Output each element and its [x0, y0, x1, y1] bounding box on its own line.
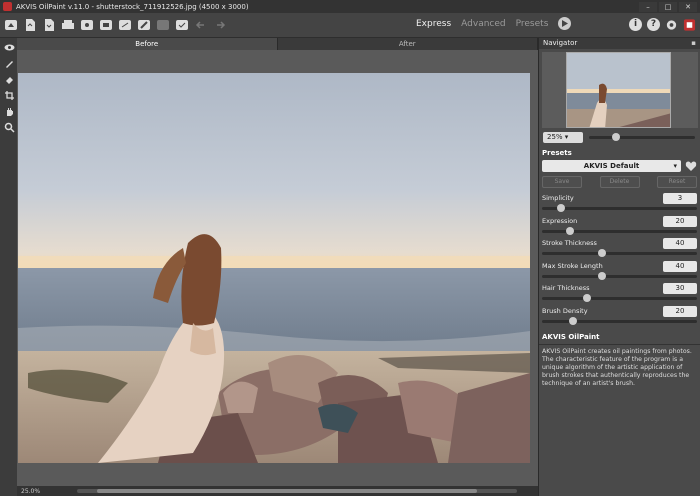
param-slider[interactable]: [542, 294, 697, 302]
param-row: Expression 20: [542, 215, 697, 238]
crop-icon[interactable]: [2, 88, 16, 102]
print-icon[interactable]: [60, 17, 76, 33]
minimize-button[interactable]: –: [639, 1, 657, 12]
status-bar: 25.0%: [17, 486, 538, 496]
tab-express[interactable]: Express: [416, 19, 451, 29]
preset-dropdown[interactable]: AKVIS Default ▾: [542, 160, 681, 172]
undo-icon[interactable]: [193, 17, 209, 33]
navigator-title: Navigator: [543, 39, 578, 47]
hand-icon[interactable]: [2, 104, 16, 118]
param-slider[interactable]: [542, 226, 697, 235]
settings-panel: Navigator ▪ 25% ▾ Presets AKVIS Default ▾: [538, 38, 700, 496]
info-title: AKVIS OilPaint: [542, 333, 600, 341]
save-file-icon[interactable]: [41, 17, 57, 33]
tab-before[interactable]: Before: [17, 38, 278, 50]
delete-preset-button[interactable]: Delete: [599, 176, 640, 188]
param-slider-knob[interactable]: [556, 204, 565, 212]
param-label: Max Stroke Length: [542, 261, 603, 270]
param-slider-knob[interactable]: [598, 271, 607, 280]
favorite-heart-icon[interactable]: [685, 160, 697, 172]
tab-after[interactable]: After: [278, 38, 538, 50]
tab-advanced[interactable]: Advanced: [461, 19, 505, 29]
param-value-field[interactable]: 20: [663, 305, 697, 317]
run-button[interactable]: [558, 17, 572, 30]
param-slider[interactable]: [542, 271, 697, 280]
param-slider[interactable]: [542, 249, 697, 257]
open-file-icon[interactable]: [22, 17, 38, 33]
param-label: Simplicity: [542, 194, 574, 202]
param-row: Stroke Thickness 40: [542, 237, 697, 260]
tool-palette: [0, 38, 17, 486]
app-logo-icon: [3, 2, 12, 11]
param-slider[interactable]: [542, 316, 697, 325]
param-value-field[interactable]: 40: [663, 260, 697, 272]
param-row: Simplicity 3: [542, 192, 697, 215]
param-slider-knob[interactable]: [569, 316, 577, 325]
zoom-icon[interactable]: [2, 120, 16, 134]
horizontal-scrollbar[interactable]: [77, 489, 517, 493]
photo-image: [18, 73, 530, 463]
param-label: Hair Thickness: [542, 284, 590, 292]
main-toolbar: Express Advanced Presets i ?: [0, 13, 700, 38]
tab-presets[interactable]: Presets: [516, 19, 549, 29]
param-value-field[interactable]: 20: [663, 215, 697, 227]
save-preset-button[interactable]: Save: [542, 176, 582, 188]
param-value-field[interactable]: 3: [663, 193, 697, 204]
preview-icon[interactable]: [174, 17, 190, 33]
param-slider-knob[interactable]: [565, 226, 574, 235]
home-icon[interactable]: [3, 17, 19, 33]
reset-preset-button[interactable]: Reset: [657, 176, 697, 188]
batch-icon[interactable]: [98, 17, 114, 33]
param-label: Expression: [542, 216, 578, 225]
window-title: AKVIS OilPaint v.11.0 - shutterstock_711…: [16, 2, 249, 11]
title-bar: AKVIS OilPaint v.11.0 - shutterstock_711…: [0, 0, 700, 13]
navigator-header: Navigator ▪: [539, 38, 700, 49]
info-description: AKVIS OilPaint creates oil paintings fro…: [542, 348, 692, 387]
eye-icon[interactable]: [2, 40, 16, 54]
param-row: Brush Density 20: [542, 305, 697, 328]
before-after-tabs: Before After: [17, 38, 538, 50]
zoom-dropdown[interactable]: 25% ▾: [543, 132, 583, 143]
settings-icon[interactable]: [155, 17, 171, 33]
pencil-icon[interactable]: [2, 56, 16, 70]
chevron-down-icon: ▾: [673, 162, 677, 170]
param-label: Stroke Thickness: [542, 239, 597, 247]
param-slider-knob[interactable]: [598, 249, 607, 257]
navigator-thumbnail: [566, 52, 671, 128]
maximize-button[interactable]: □: [659, 1, 677, 12]
param-value-field[interactable]: 30: [663, 283, 697, 294]
param-row: Max Stroke Length 40: [542, 260, 697, 283]
canvas-icon[interactable]: [117, 17, 133, 33]
brush-icon[interactable]: [136, 17, 152, 33]
redo-icon[interactable]: [212, 17, 228, 33]
help-icon[interactable]: ?: [647, 18, 660, 31]
collapse-icon[interactable]: ▪: [691, 38, 696, 49]
close-button[interactable]: ✕: [679, 1, 697, 12]
zoom-slider[interactable]: [589, 133, 695, 141]
eraser-icon[interactable]: [2, 72, 16, 86]
param-label: Brush Density: [542, 306, 588, 315]
param-slider[interactable]: [542, 204, 697, 212]
navigator-preview[interactable]: [542, 52, 698, 128]
share-icon[interactable]: [79, 17, 95, 33]
zoom-readout: 25.0%: [21, 487, 41, 495]
param-row: Hair Thickness 30: [542, 282, 697, 305]
image-canvas[interactable]: [17, 50, 538, 486]
gear-icon[interactable]: [665, 18, 678, 31]
parameters-list: Simplicity 3 Expression 20 Stroke Thickness 4…: [539, 192, 700, 327]
param-slider-knob[interactable]: [582, 294, 591, 302]
param-value-field[interactable]: 40: [663, 238, 697, 249]
presets-title: Presets: [542, 149, 572, 157]
play-icon: [562, 20, 569, 27]
info-icon[interactable]: i: [629, 18, 642, 31]
zoom-slider-knob[interactable]: [611, 133, 620, 141]
notifications-icon[interactable]: [683, 18, 696, 31]
